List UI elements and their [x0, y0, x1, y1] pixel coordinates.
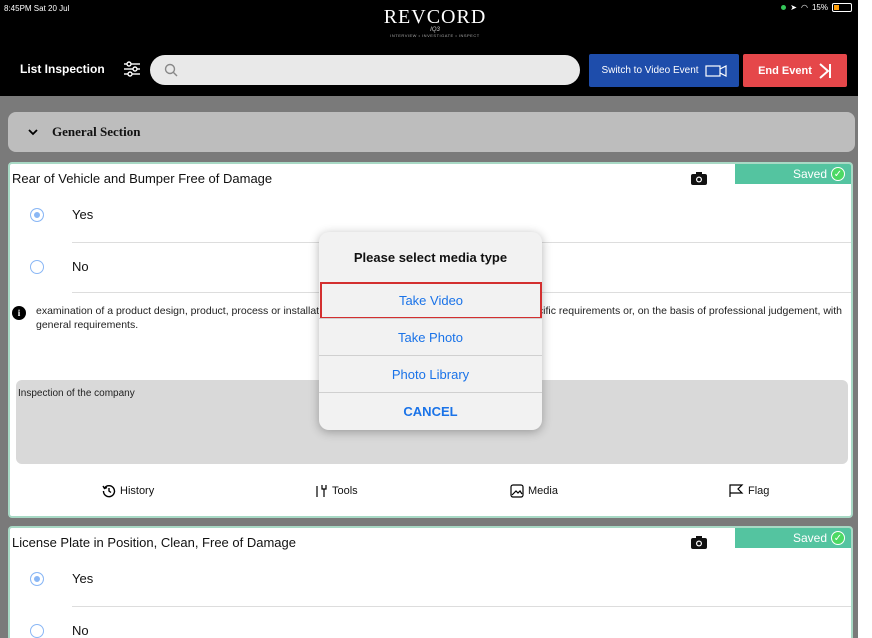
option-label: No [72, 259, 89, 274]
section-header[interactable]: General Section [8, 112, 855, 152]
option-label: Yes [72, 571, 94, 586]
location-icon: ➤ [790, 3, 797, 12]
wifi-icon: ◠ [801, 3, 808, 12]
filter-icon[interactable] [122, 60, 142, 78]
option-no[interactable]: No [10, 608, 851, 638]
cancel-button[interactable]: CANCEL [319, 392, 542, 429]
checkmark-icon: ✓ [831, 167, 845, 181]
search-input[interactable] [150, 55, 580, 85]
info-icon: i [12, 306, 26, 320]
battery-percent: 15% [811, 3, 828, 12]
exit-icon [819, 62, 831, 79]
radio-selected[interactable] [30, 208, 44, 222]
card-toolbar: History Tools Media Flag [10, 474, 851, 514]
search-icon [164, 63, 178, 77]
take-photo-option[interactable]: Take Photo [319, 318, 542, 355]
history-icon [102, 484, 116, 498]
chevron-down-icon [28, 129, 38, 136]
question-title: License Plate in Position, Clean, Free o… [12, 535, 296, 550]
privacy-dot-icon [781, 5, 787, 10]
flag-icon [729, 484, 744, 497]
radio-unselected[interactable] [30, 260, 44, 274]
saved-badge: Saved ✓ [735, 528, 851, 548]
tools-label: Tools [332, 485, 358, 497]
page-title: List Inspection [20, 62, 105, 76]
tools-button[interactable]: Tools [314, 484, 358, 498]
saved-badge: Saved ✓ [735, 164, 851, 184]
logo-tagline: INTERVIEW • INVESTIGATE • INSPECT [390, 33, 480, 38]
history-button[interactable]: History [102, 484, 154, 498]
divider [72, 606, 851, 607]
media-label: Media [528, 485, 558, 497]
status-time: 8:45PM Sat 20 Jul [4, 4, 70, 13]
option-label: Yes [72, 207, 94, 222]
status-indicators: ➤ ◠ 15% [781, 3, 852, 12]
end-event-button[interactable]: End Event [743, 54, 847, 87]
app-header: 8:45PM Sat 20 Jul ➤ ◠ 15% REVCORD IQ3 IN… [0, 0, 858, 96]
battery-icon [832, 3, 852, 12]
section-title: General Section [52, 124, 141, 139]
camera-icon[interactable] [690, 170, 708, 186]
logo-main: REVCORD [383, 6, 487, 28]
media-button[interactable]: Media [510, 484, 558, 498]
option-label: No [72, 623, 89, 638]
video-camera-icon [704, 64, 727, 77]
photo-library-option[interactable]: Photo Library [319, 355, 542, 392]
end-event-label: End Event [758, 64, 812, 77]
switch-to-video-button[interactable]: Switch to Video Event [589, 54, 739, 87]
radio-selected[interactable] [30, 572, 44, 586]
camera-icon[interactable] [690, 534, 708, 550]
tools-icon [316, 485, 327, 497]
checkmark-icon: ✓ [831, 531, 845, 545]
option-yes[interactable]: Yes [10, 556, 851, 604]
dialog-title: Please select media type [353, 250, 508, 265]
flag-button[interactable]: Flag [728, 484, 769, 498]
media-type-dialog: Please select media type Take Video Take… [319, 232, 542, 430]
saved-label: Saved [792, 531, 827, 545]
flag-label: Flag [748, 485, 770, 497]
take-video-option[interactable]: Take Video [320, 282, 542, 319]
app-logo: REVCORD IQ3 INTERVIEW • INVESTIGATE • IN… [360, 6, 510, 38]
image-icon [510, 484, 524, 498]
history-label: History [120, 485, 155, 497]
saved-label: Saved [792, 167, 827, 181]
switch-to-video-label: Switch to Video Event [601, 65, 699, 76]
radio-unselected[interactable] [30, 624, 44, 638]
question-title: Rear of Vehicle and Bumper Free of Damag… [12, 171, 273, 186]
question-card: License Plate in Position, Clean, Free o… [8, 526, 853, 638]
comment-text: Inspection of the company [18, 388, 135, 399]
